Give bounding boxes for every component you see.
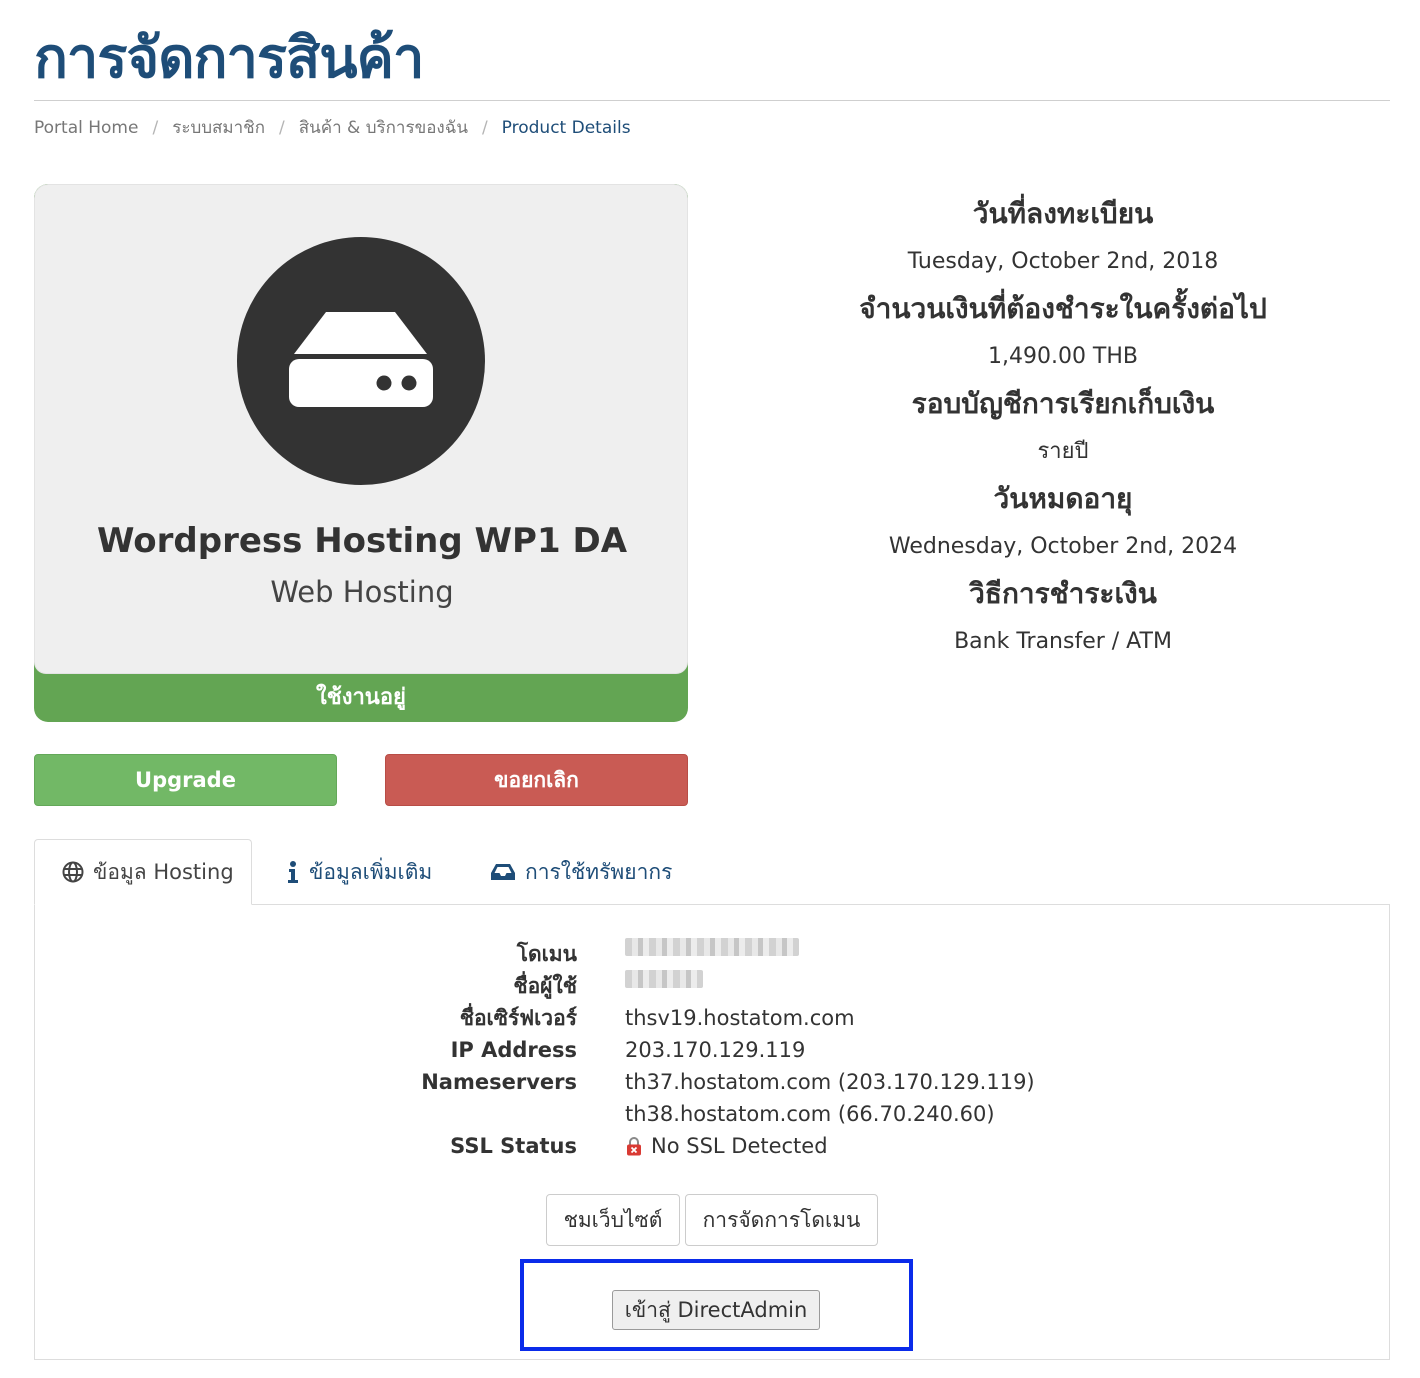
username-label: ชื่อผู้ใช้ [513,974,577,998]
username-row: ชื่อผู้ใช้ [35,970,1391,1002]
domain-value-redacted [625,938,799,956]
registration-date-value: Tuesday, October 2nd, 2018 [907,249,1219,274]
globe-icon [62,861,84,883]
expiry-date-label: วันหมดอายุ [993,482,1133,515]
manage-domain-button[interactable]: การจัดการโดเมน [685,1194,878,1246]
nameserver-2: th38.hostatom.com (66.70.240.60) [625,1102,995,1126]
info-icon [288,861,298,883]
payment-method-value: Bank Transfer / ATM [954,629,1172,654]
cancel-request-button[interactable]: ขอยกเลิก [385,754,688,806]
next-due-amount-value: 1,490.00 THB [987,344,1139,369]
nameserver-1: th37.hostatom.com (203.170.129.119) [625,1070,1035,1094]
expiry-date-value: Wednesday, October 2nd, 2024 [888,534,1238,559]
product-name: Wordpress Hosting WP1 DA [96,521,628,561]
status-badge: ใช้งานอยู่ [316,685,406,710]
breadcrumb-separator: / [279,117,285,138]
breadcrumb-portal-home[interactable]: Portal Home [34,118,138,138]
next-due-amount-label: จำนวนเงินที่ต้องชำระในครั้งต่อไป [859,292,1267,325]
tab-hosting-info[interactable]: ข้อมูล Hosting [34,839,252,905]
ip-value: 203.170.129.119 [625,1038,806,1062]
username-value-redacted [625,970,703,988]
tab-additional-info[interactable]: ข้อมูลเพิ่มเติม [286,839,432,905]
breadcrumb-separator: / [152,117,159,138]
server-icon [237,237,485,485]
tab-resource-usage-label: การใช้ทรัพยากร [525,859,673,884]
nameservers-label: Nameservers [421,1070,577,1094]
ip-row: IP Address 203.170.129.119 [35,1034,1391,1066]
breadcrumb: Portal Home / ระบบสมาชิก / สินค้า & บริก… [34,114,631,141]
nameservers-row: Nameservers th37.hostatom.com (203.170.1… [35,1066,1391,1098]
breadcrumb-my-services[interactable]: สินค้า & บริการของฉัน [299,114,468,141]
server-label: ชื่อเซิร์ฟเวอร์ [459,1006,577,1030]
tab-additional-info-label: ข้อมูลเพิ่มเติม [309,859,433,884]
domain-label: โดเมน [516,942,577,966]
registration-date-label: วันที่ลงทะเบียน [972,197,1154,230]
server-value: thsv19.hostatom.com [625,1006,855,1030]
ip-label: IP Address [450,1038,577,1062]
payment-method-label: วิธีการชำระเงิน [969,577,1157,610]
billing-cycle-value: รายปี [1037,439,1089,464]
title-divider [34,100,1390,101]
billing-cycle-label: รอบบัญชีการเรียกเก็บเงิน [911,387,1215,420]
visit-website-button[interactable]: ชมเว็บไซต์ [546,1194,680,1246]
ssl-label: SSL Status [450,1134,577,1158]
hosting-info-panel: โดเมน ชื่อผู้ใช้ ชื่อเซิร์ฟเวอร์ thsv19.… [34,904,1390,1360]
product-group: Web Hosting [270,575,454,609]
product-card-body: Wordpress Hosting WP1 DA Web Hosting [34,184,688,674]
breadcrumb-separator: / [481,117,488,138]
ssl-status-text: No SSL Detected [651,1134,828,1158]
product-card: Wordpress Hosting WP1 DA Web Hosting ใช้… [34,184,688,722]
tab-hosting-info-label: ข้อมูล Hosting [93,859,234,884]
directadmin-login-button[interactable]: เข้าสู่ DirectAdmin [612,1290,820,1330]
highlight-box: เข้าสู่ DirectAdmin [520,1259,913,1351]
server-row: ชื่อเซิร์ฟเวอร์ thsv19.hostatom.com [35,1002,1391,1034]
ssl-value: No SSL Detected [625,1130,828,1162]
billing-info-panel: วันที่ลงทะเบียน Tuesday, October 2nd, 20… [760,190,1366,665]
domain-row: โดเมน [35,938,1391,970]
ssl-lock-icon [627,1137,641,1156]
page-title: การจัดการสินค้า [34,26,424,91]
upgrade-button[interactable]: Upgrade [34,754,337,806]
breadcrumb-product-details: Product Details [501,117,631,138]
ssl-row: SSL Status No SSL Detected [35,1130,1391,1162]
breadcrumb-client-area[interactable]: ระบบสมาชิก [172,114,265,141]
nameservers-row-2: th38.hostatom.com (66.70.240.60) [35,1098,1391,1130]
inbox-icon [491,864,515,880]
tab-resource-usage[interactable]: การใช้ทรัพยากร [490,839,672,905]
